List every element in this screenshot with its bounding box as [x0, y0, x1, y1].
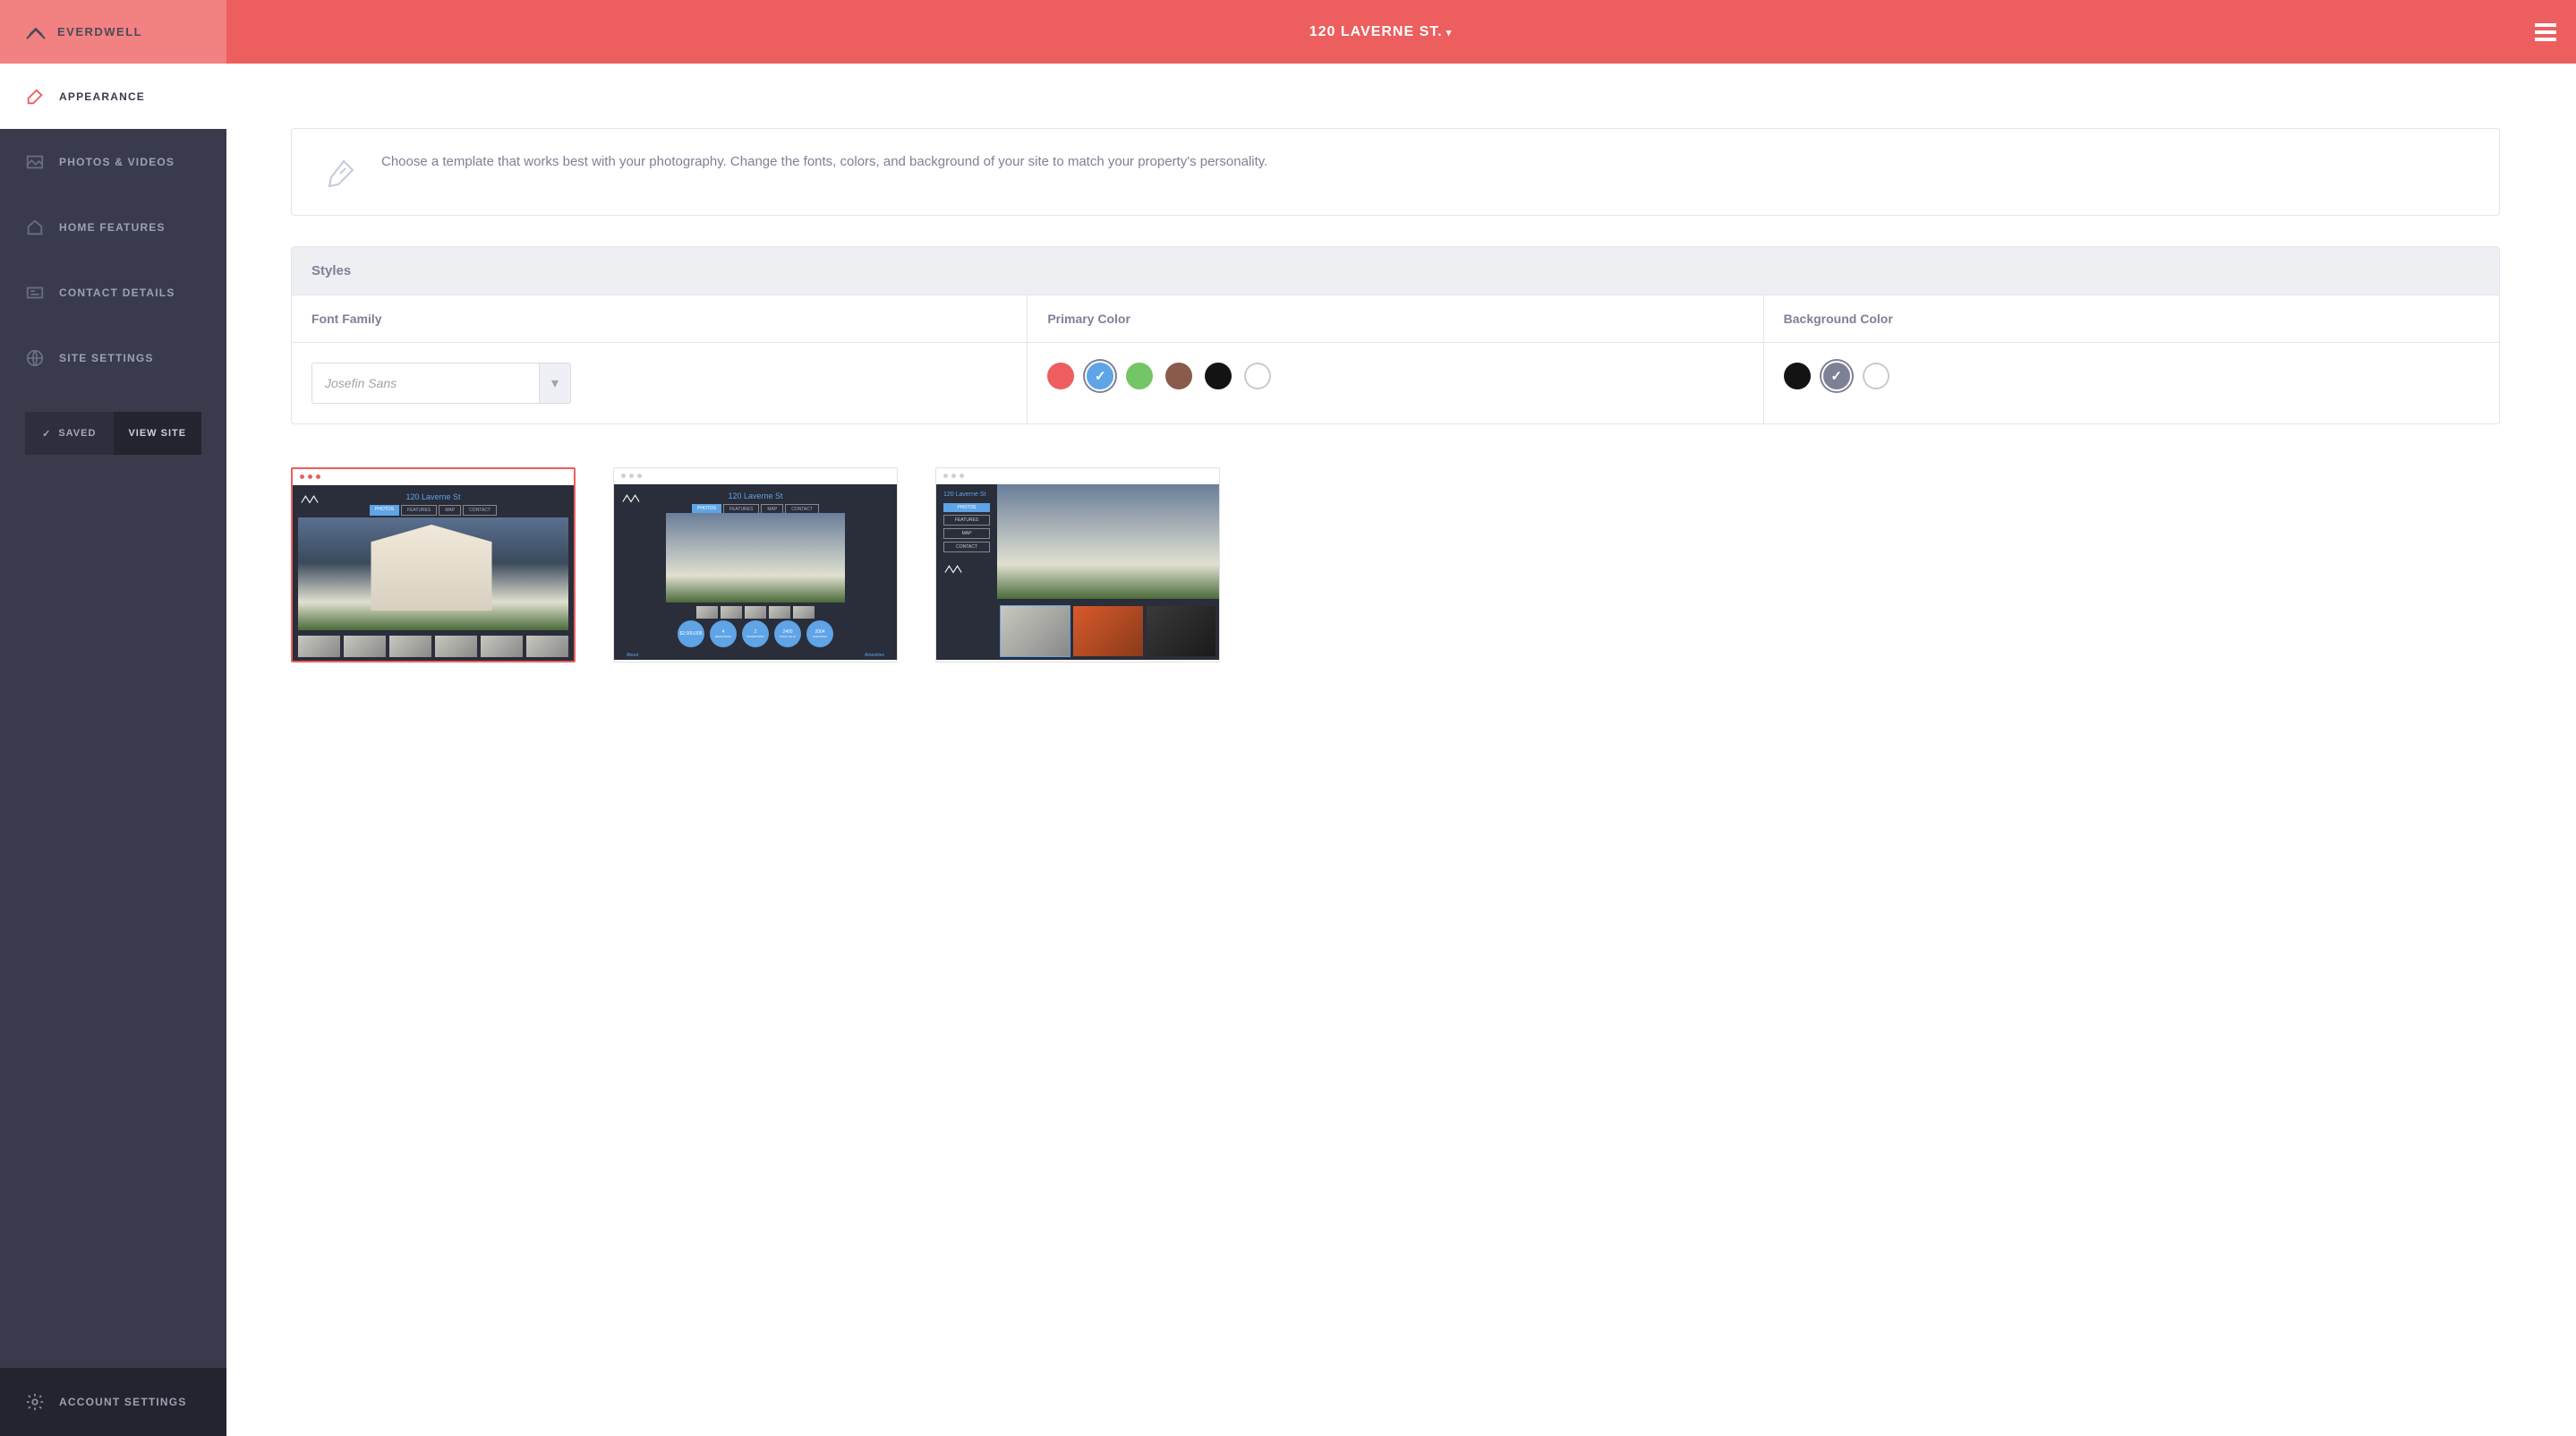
sidebar-item-appearance[interactable]: APPEARANCE: [0, 64, 226, 129]
check-icon: ✓: [42, 428, 51, 440]
preview-tab: CONTACT: [463, 505, 497, 516]
preview-stat: 4BEDROOMS: [710, 620, 737, 647]
styles-header: Styles: [292, 247, 2499, 295]
preview-title: 120 Laverne St: [943, 491, 990, 498]
preview-stats: $2,000,0054BEDROOMS2BATHROOMS2400TOTAL S…: [614, 620, 897, 647]
primary-color-label: Primary Color: [1028, 295, 1762, 343]
preview-thumbs: [298, 636, 568, 657]
sidebar-item-contact[interactable]: CONTACT DETAILS: [0, 260, 226, 325]
preview-nav: PHOTOSFEATURESMAPCONTACT: [293, 505, 574, 516]
template-option-1[interactable]: 120 Laverne St PHOTOSFEATURESMAPCONTACT: [291, 467, 576, 662]
browser-chrome: [293, 469, 574, 485]
sidebar-item-account-settings[interactable]: ACCOUNT SETTINGS: [0, 1368, 226, 1436]
background-color-swatch[interactable]: [1784, 363, 1811, 389]
brand-logo-icon: [25, 24, 47, 40]
sidebar-item-label: ACCOUNT SETTINGS: [59, 1396, 187, 1408]
preview-sidebar: 120 Laverne St PHOTOS FEATURES MAP CONTACT: [936, 484, 997, 660]
primary-color-swatch[interactable]: [1244, 363, 1271, 389]
brush-icon: [25, 87, 45, 107]
template-option-2[interactable]: 120 Laverne St PHOTOSFEATURESMAPCONTACT …: [613, 467, 898, 662]
view-site-button[interactable]: VIEW SITE: [114, 412, 202, 455]
background-color-column: Background Color: [1764, 295, 2499, 423]
property-selector[interactable]: 120 LAVERNE ST.▾: [226, 24, 2535, 40]
gear-icon: [25, 1392, 45, 1412]
brand-block[interactable]: EVERDWELL: [0, 0, 226, 64]
globe-icon: [25, 348, 45, 368]
browser-chrome: [614, 468, 897, 484]
top-bar: EVERDWELL 120 LAVERNE ST.▾: [0, 0, 2576, 64]
preview-title: 120 Laverne St: [293, 492, 574, 501]
primary-color-column: Primary Color: [1028, 295, 1763, 423]
preview-footer: AboutAmenities: [614, 653, 897, 658]
primary-color-swatch[interactable]: [1047, 363, 1074, 389]
background-color-swatch[interactable]: [1823, 363, 1850, 389]
sidebar-item-label: SITE SETTINGS: [59, 352, 154, 364]
preview-logo-icon: [943, 560, 963, 575]
sidebar-item-home-features[interactable]: HOME FEATURES: [0, 194, 226, 260]
brush-large-icon: [322, 156, 358, 192]
sidebar-item-label: PHOTOS & VIDEOS: [59, 156, 175, 168]
primary-color-swatches: [1047, 363, 1271, 389]
sidebar-item-label: HOME FEATURES: [59, 221, 166, 234]
font-family-value: Josefin Sans: [311, 363, 539, 404]
preview-hero: [997, 484, 1219, 599]
template-option-3[interactable]: 120 Laverne St PHOTOS FEATURES MAP CONTACT: [935, 467, 1220, 662]
intro-panel: Choose a template that works best with y…: [291, 128, 2500, 216]
preview-stat: 2BATHROOMS: [742, 620, 769, 647]
preview-stat: 2400TOTAL SQ FT: [774, 620, 801, 647]
sidebar: APPEARANCE PHOTOS & VIDEOS HOME FEATURES…: [0, 64, 226, 1436]
property-title: 120 LAVERNE ST.: [1309, 24, 1443, 39]
house-icon: [25, 218, 45, 237]
preview-thumbs: [696, 606, 815, 619]
primary-color-swatch[interactable]: [1165, 363, 1192, 389]
preview-tab: FEATURES: [943, 515, 990, 526]
preview-thumbs: [1001, 606, 1215, 656]
brand-name: EVERDWELL: [57, 25, 142, 38]
card-icon: [25, 283, 45, 303]
background-color-swatch[interactable]: [1863, 363, 1889, 389]
font-family-column: Font Family Josefin Sans ▾: [292, 295, 1028, 423]
preview-stat: 2004YEAR BUILT: [806, 620, 833, 647]
saved-status: ✓ SAVED: [25, 412, 114, 455]
preview-logo-icon: [300, 491, 320, 505]
background-color-swatches: [1784, 363, 1889, 389]
preview-tab: MAP: [943, 528, 990, 539]
main-content: Choose a template that works best with y…: [226, 64, 2576, 1436]
font-family-label: Font Family: [292, 295, 1027, 343]
template-grid: 120 Laverne St PHOTOSFEATURESMAPCONTACT …: [291, 467, 2500, 662]
chevron-down-icon[interactable]: ▾: [539, 363, 571, 404]
sidebar-item-label: APPEARANCE: [59, 90, 145, 103]
save-row: ✓ SAVED VIEW SITE: [25, 412, 201, 455]
background-color-label: Background Color: [1764, 295, 2499, 343]
styles-panel: Styles Font Family Josefin Sans ▾ Primar…: [291, 246, 2500, 424]
font-family-select[interactable]: Josefin Sans ▾: [311, 363, 571, 404]
preview-tab: FEATURES: [401, 505, 437, 516]
preview-tab: PHOTOS: [943, 503, 990, 512]
sidebar-item-photos[interactable]: PHOTOS & VIDEOS: [0, 129, 226, 194]
preview-stat: $2,000,005: [678, 620, 704, 647]
intro-text: Choose a template that works best with y…: [381, 152, 1267, 173]
preview-hero: [666, 513, 845, 603]
primary-color-swatch[interactable]: [1126, 363, 1153, 389]
primary-color-swatch[interactable]: [1205, 363, 1232, 389]
image-icon: [25, 152, 45, 172]
preview-tab: PHOTOS: [370, 505, 399, 516]
browser-chrome: [936, 468, 1219, 484]
menu-icon[interactable]: [2535, 23, 2556, 41]
sidebar-item-label: CONTACT DETAILS: [59, 286, 175, 299]
preview-tab: CONTACT: [943, 542, 990, 552]
chevron-down-icon: ▾: [1446, 28, 1453, 38]
preview-tab: MAP: [439, 505, 461, 516]
primary-color-swatch[interactable]: [1087, 363, 1113, 389]
sidebar-item-site-settings[interactable]: SITE SETTINGS: [0, 325, 226, 390]
saved-label: SAVED: [58, 428, 96, 439]
preview-title: 120 Laverne St: [614, 491, 897, 500]
preview-logo-icon: [621, 490, 641, 504]
